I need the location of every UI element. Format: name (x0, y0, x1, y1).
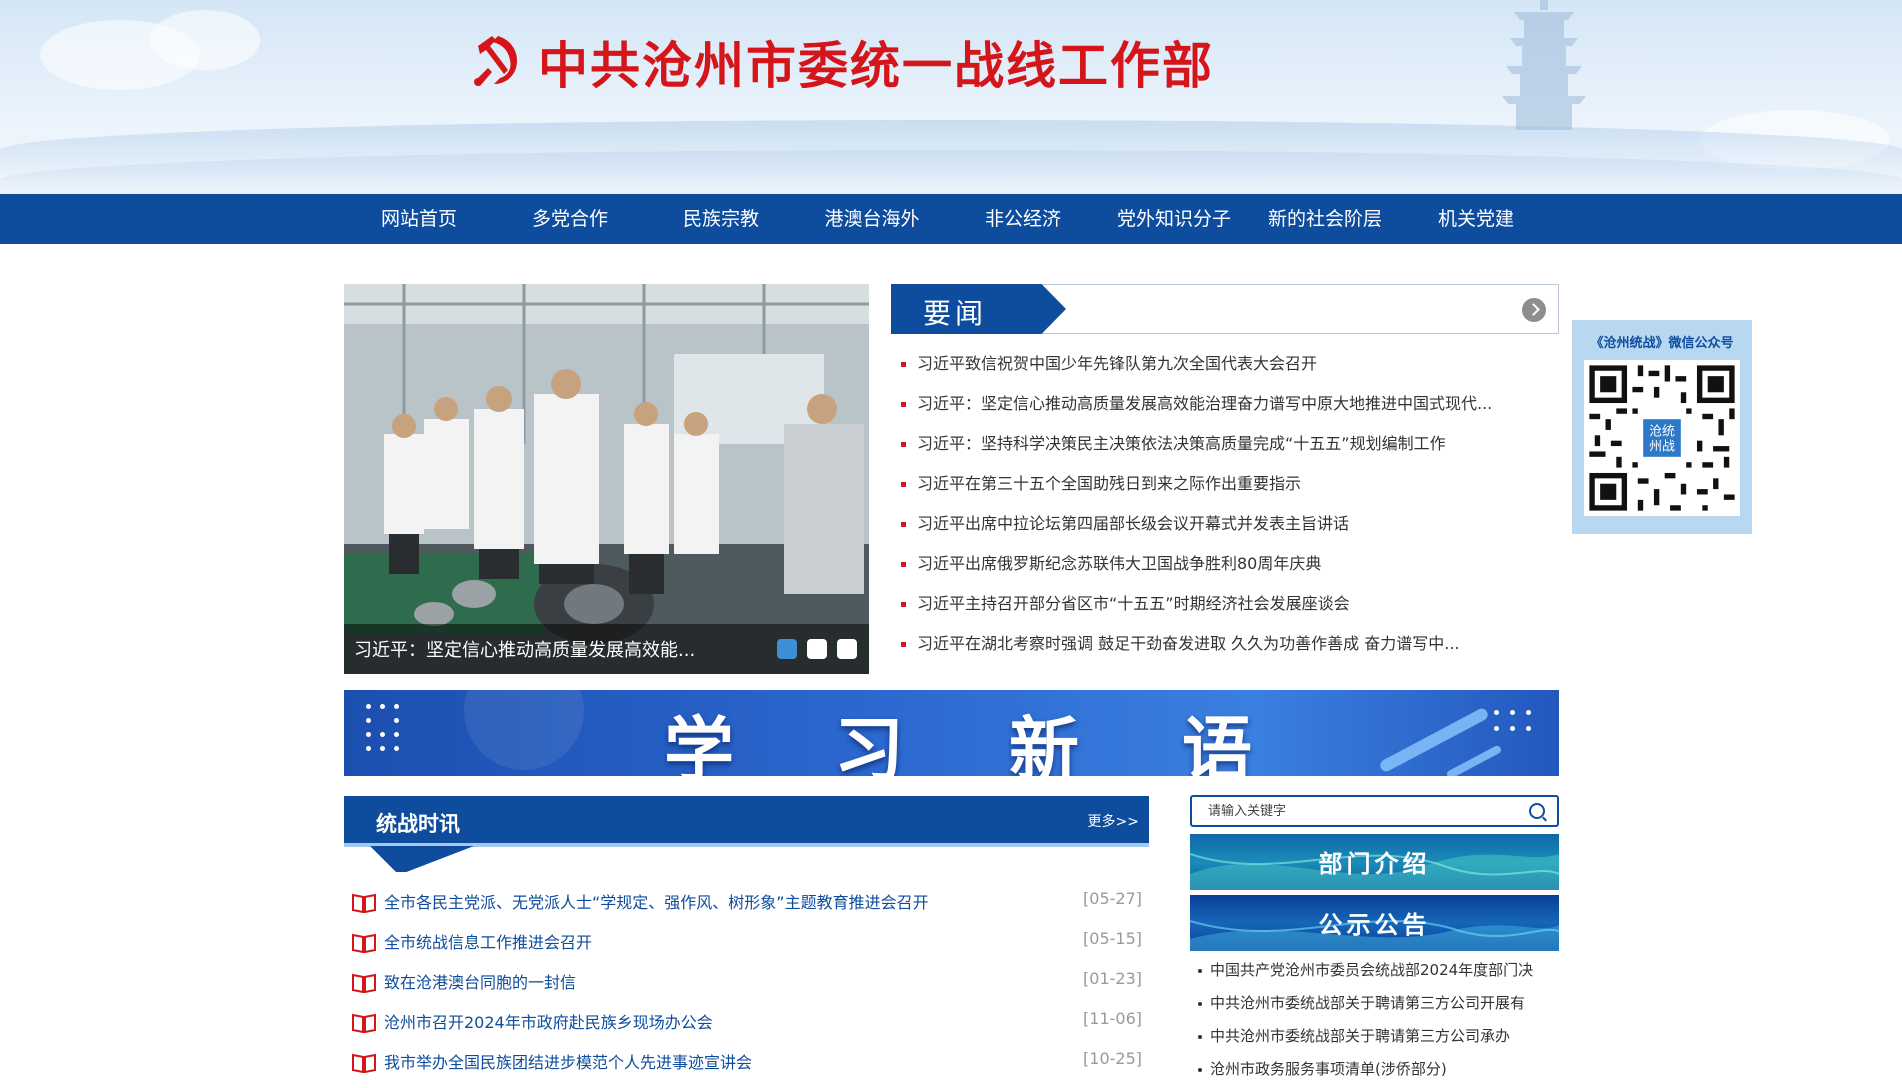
qr-code-image[interactable]: 沧统 州战 (1584, 360, 1740, 516)
study-char-3: 新 (1009, 709, 1079, 776)
list-item-date: [11-06] (1083, 1009, 1142, 1028)
headline-item[interactable]: 习近平出席中拉论坛第四届部长级会议开幕式并发表主旨讲话 (900, 508, 1500, 548)
united-front-news-list: 全市各民主党派、无党派人士“学规定、强作风、树形象”主题教育推进会召开 [05-… (352, 884, 1142, 1084)
site-title: 中共沧州市委统一战线工作部 (538, 37, 1214, 95)
notices-button[interactable]: 公示公告 (1190, 895, 1559, 951)
headline-item[interactable]: 习近平：坚持科学决策民主决策依法决策高质量完成“十五五”规划编制工作 (900, 428, 1500, 468)
qr-title: 《沧州统战》微信公众号 (1590, 336, 1734, 351)
pagoda-decoration-icon (1502, 0, 1586, 130)
nav-item-home[interactable]: 网站首页 (344, 194, 494, 244)
nav-item-multiparty[interactable]: 多党合作 (495, 194, 645, 244)
headline-item[interactable]: 习近平：坚定信心推动高质量发展高效能治理奋力谱写中原大地推进中国式现代... (900, 388, 1500, 428)
list-item-title[interactable]: 沧州市召开2024年市政府赴民族乡现场办公会 (384, 1009, 713, 1033)
study-char-1: 学 (664, 709, 734, 776)
dept-intro-label: 部门介绍 (1318, 850, 1431, 878)
notices-label: 公示公告 (1318, 911, 1431, 939)
party-emblem-icon (474, 36, 518, 86)
book-icon (352, 1013, 376, 1033)
list-item-title[interactable]: 我市举办全国民族团结进步模范个人先进事迹宣讲会 (384, 1049, 752, 1073)
notice-item[interactable]: 中共沧州市委统战部关于聘请第三方公司承办 (1196, 1022, 1560, 1055)
book-icon (352, 1053, 376, 1073)
list-item[interactable]: 沧州市召开2024年市政府赴民族乡现场办公会 [11-06] (352, 1004, 1142, 1044)
site-banner: 中共沧州市委统一战线工作部 (0, 0, 1902, 194)
study-char-4: 语 (1182, 709, 1252, 776)
dept-intro-button[interactable]: 部门介绍 (1190, 834, 1559, 890)
more-link[interactable]: 更多>> (1088, 811, 1139, 831)
news-photo-slider[interactable]: 习近平：坚定信心推动高质量发展高效能... (344, 284, 869, 674)
list-item[interactable]: 全市统战信息工作推进会召开 [05-15] (352, 924, 1142, 964)
study-char-2: 习 (834, 709, 904, 776)
book-icon (352, 973, 376, 993)
list-item[interactable]: 致在沧港澳台同胞的一封信 [01-23] (352, 964, 1142, 1004)
headlines-tab[interactable]: 要闻 (891, 284, 1066, 334)
headline-item[interactable]: 习近平主持召开部分省区市“十五五”时期经济社会发展座谈会 (900, 588, 1500, 628)
headlines-title: 要闻 (923, 297, 988, 330)
nav-item-private-economy[interactable]: 非公经济 (948, 194, 1098, 244)
chevron-right-circle-icon[interactable] (1522, 298, 1546, 322)
list-item-date: [05-27] (1083, 889, 1142, 908)
slider-dot-1[interactable] (777, 639, 797, 659)
slider-caption[interactable]: 习近平：坚定信心推动高质量发展高效能... (354, 636, 695, 662)
banner-cloud (150, 10, 260, 70)
notice-item[interactable]: 中共沧州市委统战部关于聘请第三方公司开展有 (1196, 989, 1560, 1022)
wechat-qr-panel: 《沧州统战》微信公众号 沧统 州战 (1572, 320, 1752, 534)
nav-item-party-building[interactable]: 机关党建 (1401, 194, 1551, 244)
qr-center-label-bottom: 州战 (1649, 439, 1675, 454)
notices-list: 中国共产党沧州市委员会统战部2024年度部门决 中共沧州市委统战部关于聘请第三方… (1196, 956, 1560, 1088)
list-item-date: [01-23] (1083, 969, 1142, 988)
headlines-header: 要闻 (891, 284, 1559, 334)
headline-item[interactable]: 习近平在第三十五个全国助残日到来之际作出重要指示 (900, 468, 1500, 508)
book-icon (352, 933, 376, 953)
list-item-date: [05-15] (1083, 929, 1142, 948)
nav-item-hk-macao-taiwan[interactable]: 港澳台海外 (797, 194, 947, 244)
headline-item[interactable]: 习近平在湖北考察时强调 鼓足干劲奋发进取 久久为功善作善成 奋力谱写中... (900, 628, 1500, 668)
search-input[interactable] (1208, 802, 1508, 820)
header-arrow-decoration (370, 846, 474, 872)
united-front-news-title: 统战时讯 (376, 812, 460, 836)
nav-item-ethnic-religion[interactable]: 民族宗教 (646, 194, 796, 244)
headline-item[interactable]: 习近平致信祝贺中国少年先锋队第九次全国代表大会召开 (900, 348, 1500, 388)
list-item-title[interactable]: 全市各民主党派、无党派人士“学规定、强作风、树形象”主题教育推进会召开 (384, 889, 929, 913)
headlines-list: 习近平致信祝贺中国少年先锋队第九次全国代表大会召开 习近平：坚定信心推动高质量发… (900, 348, 1500, 668)
notice-item[interactable]: 沧州市政务服务事项清单(涉侨部分) (1196, 1055, 1560, 1088)
search-icon[interactable] (1529, 803, 1545, 819)
nav-item-intellectuals[interactable]: 党外知识分子 (1099, 194, 1249, 244)
list-item-title[interactable]: 致在沧港澳台同胞的一封信 (384, 969, 576, 993)
main-nav: 网站首页 多党合作 民族宗教 港澳台海外 非公经济 党外知识分子 新的社会阶层 … (0, 194, 1902, 244)
slider-dot-2[interactable] (807, 639, 827, 659)
search-box (1190, 795, 1559, 827)
notice-item[interactable]: 中国共产党沧州市委员会统战部2024年度部门决 (1196, 956, 1560, 989)
list-item[interactable]: 我市举办全国民族团结进步模范个人先进事迹宣讲会 [10-25] (352, 1044, 1142, 1084)
united-front-news-header: 统战时讯 更多>> (344, 796, 1149, 846)
slider-dot-3[interactable] (837, 639, 857, 659)
slide-photo[interactable] (344, 284, 869, 674)
qr-center-label-top: 沧统 (1649, 423, 1675, 439)
slider-caption-bar: 习近平：坚定信心推动高质量发展高效能... (344, 624, 869, 674)
list-item[interactable]: 全市各民主党派、无党派人士“学规定、强作风、树形象”主题教育推进会召开 [05-… (352, 884, 1142, 924)
nav-item-new-social-class[interactable]: 新的社会阶层 (1250, 194, 1400, 244)
streak-decoration (1445, 744, 1503, 776)
headline-item[interactable]: 习近平出席俄罗斯纪念苏联伟大卫国战争胜利80周年庆典 (900, 548, 1500, 588)
list-item-date: [10-25] (1083, 1049, 1142, 1068)
list-item-title[interactable]: 全市统战信息工作推进会召开 (384, 929, 592, 953)
book-icon (352, 893, 376, 913)
study-new-words-banner[interactable]: 学 习 新 语 (344, 690, 1559, 776)
banner-circle-decoration (464, 690, 584, 770)
